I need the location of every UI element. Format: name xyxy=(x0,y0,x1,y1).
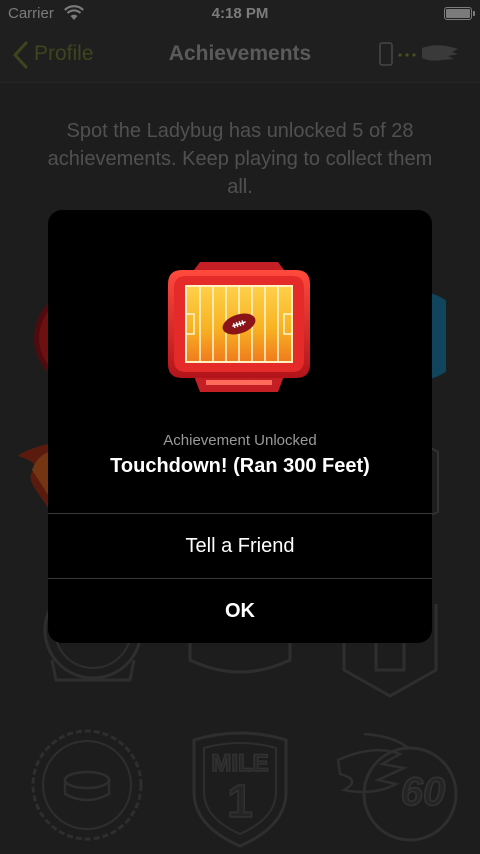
tell-a-friend-button[interactable]: Tell a Friend xyxy=(48,514,432,578)
football-field-badge-icon xyxy=(168,262,310,392)
dialog-title: Touchdown! (Ran 300 Feet) xyxy=(110,455,370,477)
achievement-unlocked-dialog: Achievement Unlocked Touchdown! (Ran 300… xyxy=(48,210,432,643)
dialog-subtitle: Achievement Unlocked xyxy=(163,432,317,449)
ok-button[interactable]: OK xyxy=(48,579,432,643)
